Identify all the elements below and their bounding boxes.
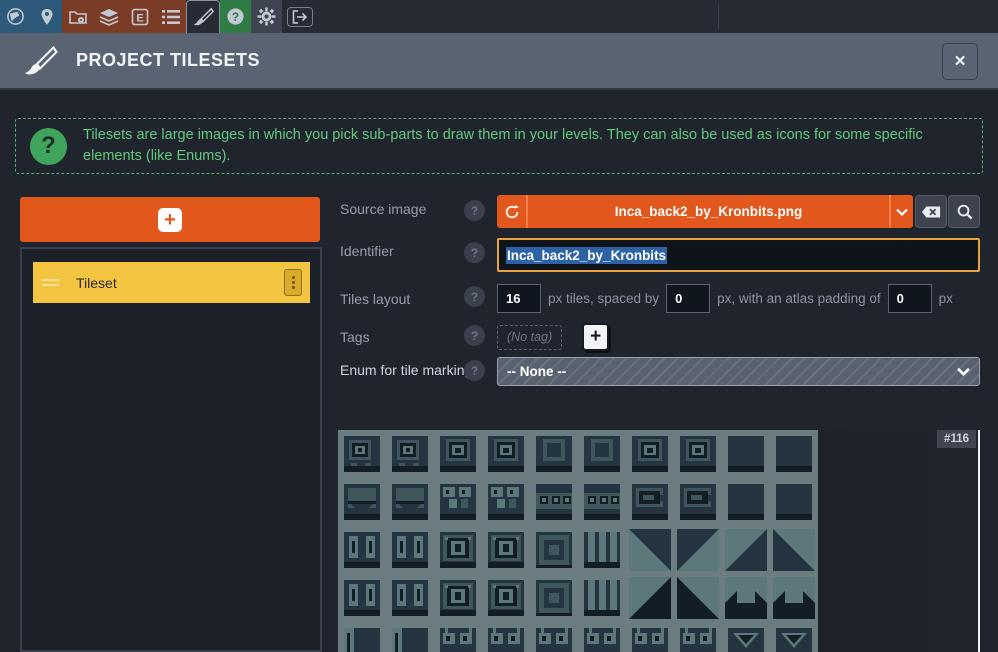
- help-note-text: Tilesets are large images in which you p…: [83, 125, 968, 167]
- identifier-input[interactable]: Inca_back2_by_Kronbits: [497, 238, 980, 272]
- tileset-image[interactable]: [338, 430, 818, 652]
- app-settings-button[interactable]: [251, 0, 282, 33]
- world-button[interactable]: [0, 0, 31, 33]
- plus-icon: +: [158, 208, 182, 232]
- atlas-padding-input[interactable]: 0: [888, 284, 932, 313]
- chevron-down-icon: [957, 367, 970, 376]
- enums-button[interactable]: E: [124, 0, 155, 33]
- tilesets-brush-icon: [22, 43, 58, 79]
- tiles-layout-text-1: px tiles, spaced by: [548, 291, 659, 306]
- entity-list-icon: [162, 9, 180, 25]
- identifier-selected-text: Inca_back2_by_Kronbits: [506, 247, 667, 264]
- tiles-layout-label: Tiles layout: [340, 291, 490, 307]
- close-button[interactable]: ×: [942, 43, 978, 80]
- clear-source-button[interactable]: [915, 195, 947, 228]
- help-note: ? Tilesets are large images in which you…: [15, 118, 983, 174]
- tileset-list: Tileset: [20, 247, 322, 652]
- tags-row: Tags (No tag) +: [340, 323, 609, 351]
- plus-icon: +: [590, 326, 601, 348]
- no-tag-placeholder: (No tag): [497, 325, 562, 350]
- source-image-row: Source image: [340, 201, 426, 217]
- locate-pin-icon: [39, 8, 55, 26]
- locate-file-button[interactable]: [948, 195, 980, 228]
- help-question-icon: ?: [30, 128, 67, 165]
- chevron-down-icon: [889, 195, 913, 228]
- refresh-icon[interactable]: [497, 195, 528, 228]
- tilesets-button[interactable]: [186, 0, 220, 33]
- source-image-help-icon[interactable]: ?: [464, 200, 485, 221]
- tiles-layout-text-2: px, with an atlas padding of: [717, 291, 881, 306]
- identifier-row: Identifier: [340, 243, 394, 259]
- identifier-label: Identifier: [340, 243, 394, 259]
- tilesets-brush-icon: [192, 6, 214, 28]
- entity-list-button[interactable]: [155, 0, 186, 33]
- main-toolbar: E ?: [0, 0, 998, 33]
- source-image-select[interactable]: Inca_back2_by_Kronbits.png: [497, 195, 913, 228]
- enum-marking-row: Enum for tile marking: [340, 362, 472, 378]
- enum-marking-select[interactable]: -- None --: [497, 357, 980, 386]
- locate-pin-button[interactable]: [31, 0, 62, 33]
- page-title: PROJECT TILESETS: [76, 50, 260, 71]
- tiles-layout-text-3: px: [939, 291, 953, 306]
- identifier-help-icon[interactable]: ?: [464, 242, 485, 263]
- source-image-label: Source image: [340, 201, 426, 217]
- tiles-layout-row: Tiles layout 16 px tiles, spaced by 0 px…: [340, 284, 984, 313]
- add-tag-button[interactable]: +: [582, 323, 609, 351]
- add-tileset-button[interactable]: +: [20, 197, 320, 242]
- help-icon: ?: [226, 7, 245, 26]
- toolbar-divider: [718, 4, 719, 29]
- exit-button[interactable]: [284, 0, 315, 33]
- svg-text:E: E: [136, 12, 143, 24]
- drag-handle-icon[interactable]: [42, 279, 59, 286]
- exit-icon: [287, 7, 313, 27]
- tile-spacing-input[interactable]: 0: [666, 284, 710, 313]
- tile-count-badge: #116: [937, 430, 976, 448]
- project-settings-icon: [68, 8, 88, 26]
- enums-icon: E: [131, 8, 149, 26]
- tileset-list-item[interactable]: Tileset: [33, 262, 310, 303]
- item-context-menu-button[interactable]: [284, 269, 302, 296]
- help-button[interactable]: ?: [220, 0, 251, 33]
- clear-backspace-icon: [921, 205, 941, 219]
- app-settings-gear-icon: [257, 7, 276, 26]
- svg-text:?: ?: [232, 10, 239, 24]
- tags-label: Tags: [340, 329, 497, 345]
- layers-icon: [99, 8, 119, 26]
- enum-marking-label: Enum for tile marking: [340, 362, 472, 378]
- magnifier-icon: [956, 203, 973, 220]
- tileset-preview-panel: #116: [338, 430, 980, 652]
- world-icon: [6, 7, 25, 26]
- project-settings-button[interactable]: [62, 0, 93, 33]
- tileset-item-label: Tileset: [76, 275, 284, 291]
- enum-marking-help-icon[interactable]: ?: [464, 360, 485, 381]
- close-icon: ×: [954, 51, 965, 73]
- layers-button[interactable]: [93, 0, 124, 33]
- panel-header: PROJECT TILESETS ×: [0, 33, 998, 90]
- tile-size-input[interactable]: 16: [497, 284, 541, 313]
- enum-marking-value: -- None --: [507, 364, 566, 379]
- source-image-filename: Inca_back2_by_Kronbits.png: [528, 195, 889, 228]
